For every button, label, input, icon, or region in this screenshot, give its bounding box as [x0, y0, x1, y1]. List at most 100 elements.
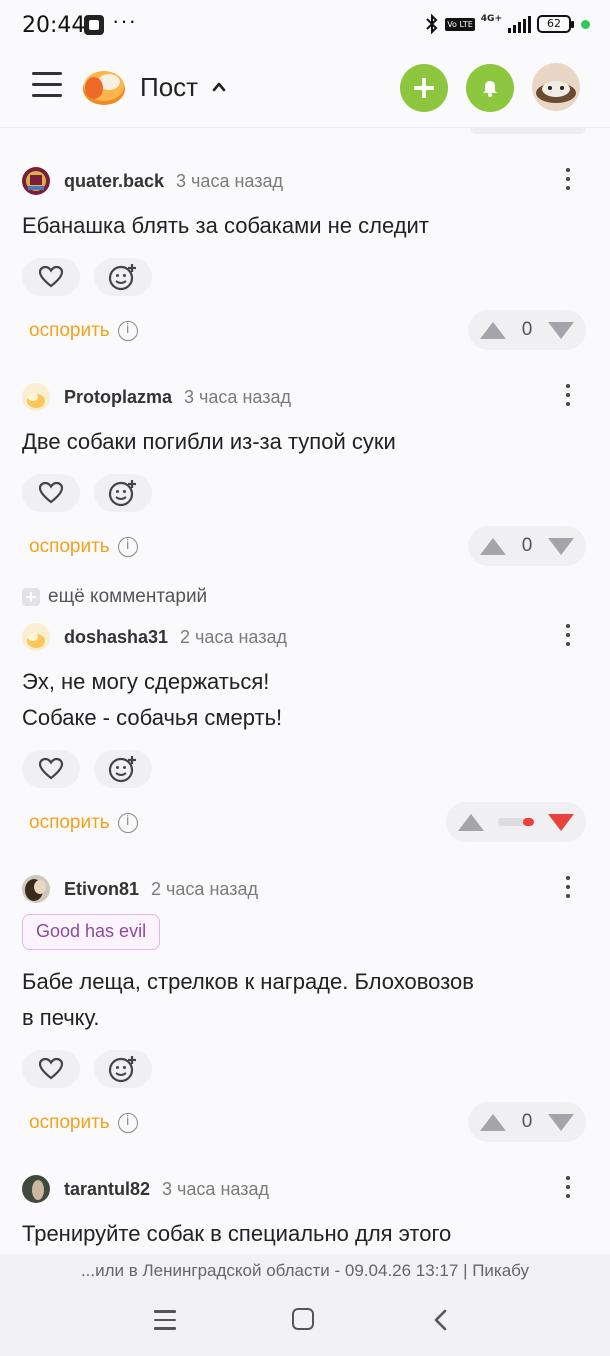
comment-time[interactable]: 3 часа назад	[184, 387, 291, 408]
more-options-icon[interactable]	[556, 384, 580, 410]
comment-text-line: Две собаки погибли из-за тупой суки	[22, 429, 396, 454]
comment-username[interactable]: tarantul82	[64, 1179, 150, 1200]
downvote-icon[interactable]	[547, 1113, 574, 1131]
heart-icon	[38, 1057, 64, 1080]
heart-icon	[38, 265, 64, 288]
comment-time[interactable]: 3 часа назад	[162, 1179, 269, 1200]
comment-username[interactable]: quater.back	[64, 171, 164, 192]
comment-actions	[22, 750, 152, 788]
like-button[interactable]	[22, 258, 80, 296]
add-reaction-button[interactable]	[94, 474, 152, 512]
like-button[interactable]	[22, 474, 80, 512]
top-app-bar: Пост	[0, 52, 610, 128]
status-bar: 20:44 ··· Vo LTE 4G+ 62	[0, 0, 610, 52]
more-notifications-icon: ···	[112, 8, 137, 33]
comment-item: Etivon81 2 часа назад Good has evil Бабе…	[0, 874, 610, 1144]
vote-control: 0	[468, 526, 586, 566]
back-icon[interactable]	[430, 1308, 452, 1332]
dispute-link[interactable]: оспорить	[29, 1112, 110, 1134]
commenter-avatar[interactable]	[22, 623, 50, 651]
dispute-link[interactable]: оспорить	[29, 320, 110, 342]
downvote-icon[interactable]	[547, 537, 574, 555]
more-comments-link[interactable]: ещё комментарий	[22, 586, 207, 608]
volte-icon: Vo LTE	[445, 17, 475, 31]
chevron-up-icon[interactable]	[212, 80, 226, 94]
heart-icon	[38, 481, 64, 504]
comment-username[interactable]: Protoplazma	[64, 387, 172, 408]
comment-time[interactable]: 3 часа назад	[176, 171, 283, 192]
more-options-icon[interactable]	[556, 624, 580, 650]
comment-text: Ебанашка блять за собаками не следит	[22, 208, 429, 244]
upvote-icon[interactable]	[480, 537, 506, 555]
battery-level: 62	[547, 17, 561, 30]
info-icon[interactable]: i	[117, 321, 138, 341]
info-icon[interactable]: i	[117, 1113, 138, 1133]
comment-actions	[22, 1050, 152, 1088]
page-title[interactable]: Пост	[140, 72, 198, 103]
upvote-icon[interactable]	[480, 321, 506, 339]
bluetooth-icon	[426, 14, 438, 34]
more-comments-label: ещё комментарий	[48, 586, 208, 607]
dispute-control: оспорить i	[29, 812, 138, 834]
add-reaction-button[interactable]	[94, 1050, 152, 1088]
comment-time[interactable]: 2 часа назад	[180, 627, 287, 648]
signal-icon	[508, 15, 531, 33]
downvote-icon[interactable]	[547, 321, 574, 339]
expand-icon	[22, 588, 40, 606]
commenter-avatar[interactable]	[22, 167, 50, 195]
commenter-avatar[interactable]	[22, 1175, 50, 1203]
emoji-add-icon	[108, 480, 136, 507]
like-button[interactable]	[22, 1050, 80, 1088]
comment-text: Тренируйте собак в специально для этого	[22, 1216, 451, 1252]
info-icon[interactable]: i	[117, 537, 138, 557]
home-icon[interactable]	[292, 1308, 314, 1330]
more-options-icon[interactable]	[556, 876, 580, 902]
more-options-icon[interactable]	[556, 1176, 580, 1202]
recents-icon[interactable]	[154, 1310, 176, 1330]
commenter-avatar[interactable]	[22, 383, 50, 411]
battery-icon: 62	[537, 15, 574, 33]
upvote-icon[interactable]	[458, 813, 484, 831]
add-reaction-button[interactable]	[94, 750, 152, 788]
add-post-button[interactable]	[400, 64, 448, 112]
menu-icon[interactable]	[32, 72, 62, 100]
comment-text-line: Ебанашка блять за собаками не следит	[22, 213, 429, 238]
comment-time[interactable]: 2 часа назад	[151, 879, 258, 900]
dispute-link[interactable]: оспорить	[29, 812, 110, 834]
comment-header: Protoplazma 3 часа назад	[22, 382, 291, 412]
like-button[interactable]	[22, 750, 80, 788]
comment-actions	[22, 258, 152, 296]
bell-icon	[483, 80, 497, 97]
commenter-avatar[interactable]	[22, 875, 50, 903]
comment-item: quater.back 3 часа назад Ебанашка блять …	[0, 166, 610, 356]
comment-actions	[22, 474, 152, 512]
user-badge[interactable]: Good has evil	[22, 914, 161, 950]
emoji-add-icon	[108, 756, 136, 783]
vote-count: 0	[521, 535, 533, 556]
comment-username[interactable]: Etivon81	[64, 879, 139, 900]
add-reaction-button[interactable]	[94, 258, 152, 296]
comment-header: tarantul82 3 часа назад	[22, 1174, 269, 1204]
more-options-icon[interactable]	[556, 168, 580, 194]
footer-ad-banner[interactable]: ...или в Ленинградской области - 09.04.2…	[0, 1254, 610, 1288]
comment-text: Бабе леща, стрелков к награде. Блоховозо…	[22, 964, 474, 1036]
comment-item: tarantul82 3 часа назад Тренируйте собак…	[0, 1174, 610, 1254]
comment-item: doshasha31 2 часа назад Эх, не могу сдер…	[0, 622, 610, 842]
user-avatar[interactable]	[532, 63, 580, 111]
dispute-link[interactable]: оспорить	[29, 536, 110, 558]
vote-ratio-fill	[523, 818, 534, 826]
vote-control: 0	[468, 310, 586, 350]
info-icon[interactable]: i	[117, 813, 138, 833]
status-indicators: Vo LTE 4G+ 62	[425, 14, 590, 34]
app-notification-icon	[84, 15, 104, 35]
system-nav-bar	[0, 1288, 610, 1356]
vote-control	[446, 802, 586, 842]
pikabu-logo[interactable]	[82, 66, 126, 106]
comment-username[interactable]: doshasha31	[64, 627, 168, 648]
heart-icon	[38, 757, 64, 780]
upvote-icon[interactable]	[480, 1113, 506, 1131]
downvote-icon[interactable]	[548, 813, 574, 831]
comment-text-line: Собаке - собачья смерть!	[22, 705, 283, 730]
privacy-dot-icon	[581, 19, 590, 29]
notifications-button[interactable]	[466, 64, 514, 112]
